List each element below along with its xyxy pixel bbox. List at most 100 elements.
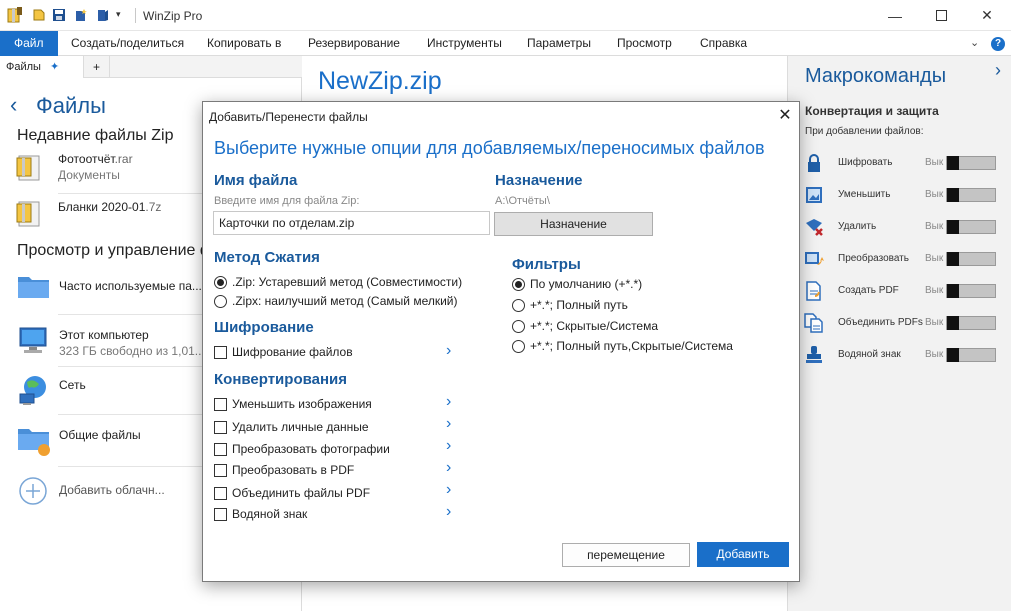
- close-button[interactable]: ✕: [964, 0, 1010, 31]
- tab-backup[interactable]: Резервирование: [300, 31, 408, 56]
- location-title: Часто используемые па...: [59, 279, 202, 293]
- radio-button[interactable]: [512, 339, 525, 353]
- checkbox[interactable]: [214, 507, 227, 521]
- checkbox[interactable]: [214, 345, 227, 359]
- help-icon[interactable]: ?: [991, 37, 1005, 51]
- action-row-watermark: Водяной знак Вык: [804, 344, 1004, 366]
- to-pdf-settings-chevron-icon[interactable]: ›: [446, 460, 458, 476]
- resize-image-icon: [806, 187, 822, 203]
- filter-option-default[interactable]: По умолчанию (+*.*): [512, 275, 642, 293]
- tab-files[interactable]: Файлы ✦: [0, 56, 84, 78]
- add-tab-button[interactable]: +: [84, 56, 110, 78]
- action-row-create-pdf: Создать PDF Вык: [804, 280, 1004, 302]
- toggle-state: Вык: [925, 221, 944, 232]
- convert-option-resize-images[interactable]: Уменьшить изображения: [214, 395, 372, 413]
- encrypt-files-option[interactable]: Шифрование файлов: [214, 343, 353, 361]
- shared-folder-icon: [18, 429, 50, 456]
- checkbox-label: Объединить файлы PDF: [232, 486, 371, 500]
- dialog-heading: Выберите нужные опции для добавляемых/пе…: [214, 138, 765, 158]
- tab-create-share[interactable]: Создать/поделиться: [63, 31, 192, 56]
- checkbox[interactable]: [214, 486, 227, 500]
- toggle-state: Вык: [925, 189, 944, 200]
- location-title: Общие файлы: [59, 428, 141, 442]
- encryption-settings-chevron-icon[interactable]: ›: [446, 343, 458, 359]
- convert-photos-settings-chevron-icon[interactable]: ›: [446, 438, 458, 454]
- back-chevron-icon[interactable]: ‹: [10, 92, 17, 118]
- tab-copy-to[interactable]: Копировать в: [199, 31, 289, 56]
- radio-button[interactable]: [214, 275, 227, 289]
- radio-button[interactable]: [512, 319, 525, 333]
- filename-input[interactable]: [213, 211, 490, 235]
- filename-section-label: Имя файла: [214, 172, 298, 189]
- checkbox[interactable]: [214, 463, 227, 477]
- minimize-icon: —: [888, 7, 902, 24]
- recent-files-heading: Недавние файлы Zip: [17, 127, 174, 144]
- collapse-ribbon-chevron-icon[interactable]: ⌄: [970, 36, 979, 49]
- winzip-app-icon[interactable]: [6, 6, 24, 24]
- checkbox[interactable]: [214, 397, 227, 411]
- compression-option-zip[interactable]: .Zip: Устаревший метод (Совместимости): [214, 273, 462, 291]
- tab-settings[interactable]: Параметры: [519, 31, 599, 56]
- pin-tab-icon[interactable]: ✦: [50, 61, 59, 73]
- dialog-close-icon[interactable]: ✕: [775, 106, 795, 126]
- collapse-pane-chevron-icon[interactable]: ›: [995, 60, 1001, 81]
- minimize-button[interactable]: —: [872, 0, 918, 31]
- tab-view[interactable]: Просмотр: [609, 31, 680, 56]
- computer-icon: [19, 327, 47, 353]
- convert-option-watermark[interactable]: Водяной знак: [214, 505, 307, 523]
- checkbox-label: Удалить личные данные: [232, 420, 369, 434]
- tab-help[interactable]: Справка: [692, 31, 755, 56]
- convert-photo-icon: [805, 252, 824, 265]
- browse-heading: Просмотр и управление ф: [17, 242, 214, 259]
- files-pane-tabs: Файлы ✦ +: [0, 56, 302, 78]
- resize-settings-chevron-icon[interactable]: ›: [446, 394, 458, 410]
- merge-pdf-settings-chevron-icon[interactable]: ›: [446, 482, 458, 498]
- watermark-settings-chevron-icon[interactable]: ›: [446, 504, 458, 520]
- convert-protect-heading: Конвертация и защита: [805, 104, 939, 118]
- pin-icon[interactable]: [32, 8, 46, 22]
- title-bar: ▾ WinZip Pro — ✕: [0, 0, 1011, 31]
- filter-option-full-path-hidden-system[interactable]: +*.*; Полный путь,Скрытые/Система: [512, 337, 733, 355]
- compression-option-zipx[interactable]: .Zipx: наилучший метод (Самый мелкий): [214, 292, 458, 310]
- radio-button[interactable]: [512, 277, 525, 291]
- tab-file[interactable]: Файл: [0, 31, 58, 56]
- tab-tools[interactable]: Инструменты: [419, 31, 510, 56]
- destination-path: A:\Отчёты\: [495, 195, 550, 207]
- watermark-toggle[interactable]: [946, 348, 996, 362]
- compression-section-label: Метод Сжатия: [214, 249, 320, 266]
- convert-toggle[interactable]: [946, 252, 996, 266]
- location-title: Этот компьютер: [59, 328, 149, 342]
- remove-data-toggle[interactable]: [946, 220, 996, 234]
- save-icon[interactable]: [52, 8, 66, 22]
- maximize-icon: [935, 10, 947, 21]
- checkbox[interactable]: [214, 442, 227, 456]
- radio-button[interactable]: [214, 294, 227, 308]
- action-label: Создать PDF: [838, 285, 899, 296]
- convert-option-remove-personal-data[interactable]: Удалить личные данные: [214, 418, 369, 436]
- move-button[interactable]: перемещение: [562, 543, 690, 567]
- encrypt-toggle[interactable]: [946, 156, 996, 170]
- destination-button[interactable]: Назначение: [494, 212, 653, 236]
- convert-option-convert-photos[interactable]: Преобразовать фотографии: [214, 440, 390, 458]
- filter-option-full-path[interactable]: +*.*; Полный путь: [512, 296, 628, 314]
- filter-option-hidden-system[interactable]: +*.*; Скрытые/Система: [512, 317, 658, 335]
- resize-toggle[interactable]: [946, 188, 996, 202]
- customize-toolbar-dropdown[interactable]: ▾: [116, 9, 121, 20]
- maximize-button[interactable]: [918, 0, 964, 31]
- new-archive-icon[interactable]: [74, 8, 88, 22]
- convert-option-to-pdf[interactable]: Преобразовать в PDF: [214, 461, 354, 479]
- merge-pdf-toggle[interactable]: [946, 316, 996, 330]
- open-archive-icon[interactable]: [96, 8, 110, 22]
- toggle-state: Вык: [925, 285, 944, 296]
- window-title: WinZip Pro: [143, 9, 203, 23]
- add-button[interactable]: Добавить: [697, 542, 789, 567]
- remove-data-settings-chevron-icon[interactable]: ›: [446, 416, 458, 432]
- create-pdf-toggle[interactable]: [946, 284, 996, 298]
- action-row-merge-pdf: Объединить PDFs Вык: [804, 312, 1004, 334]
- checkbox[interactable]: [214, 420, 227, 434]
- convert-option-merge-pdf[interactable]: Объединить файлы PDF: [214, 484, 370, 502]
- radio-label: По умолчанию (+*.*): [530, 277, 643, 291]
- radio-label: +*.*; Полный путь,Скрытые/Система: [530, 339, 733, 353]
- network-globe-icon: [19, 376, 46, 405]
- radio-button[interactable]: [512, 298, 525, 312]
